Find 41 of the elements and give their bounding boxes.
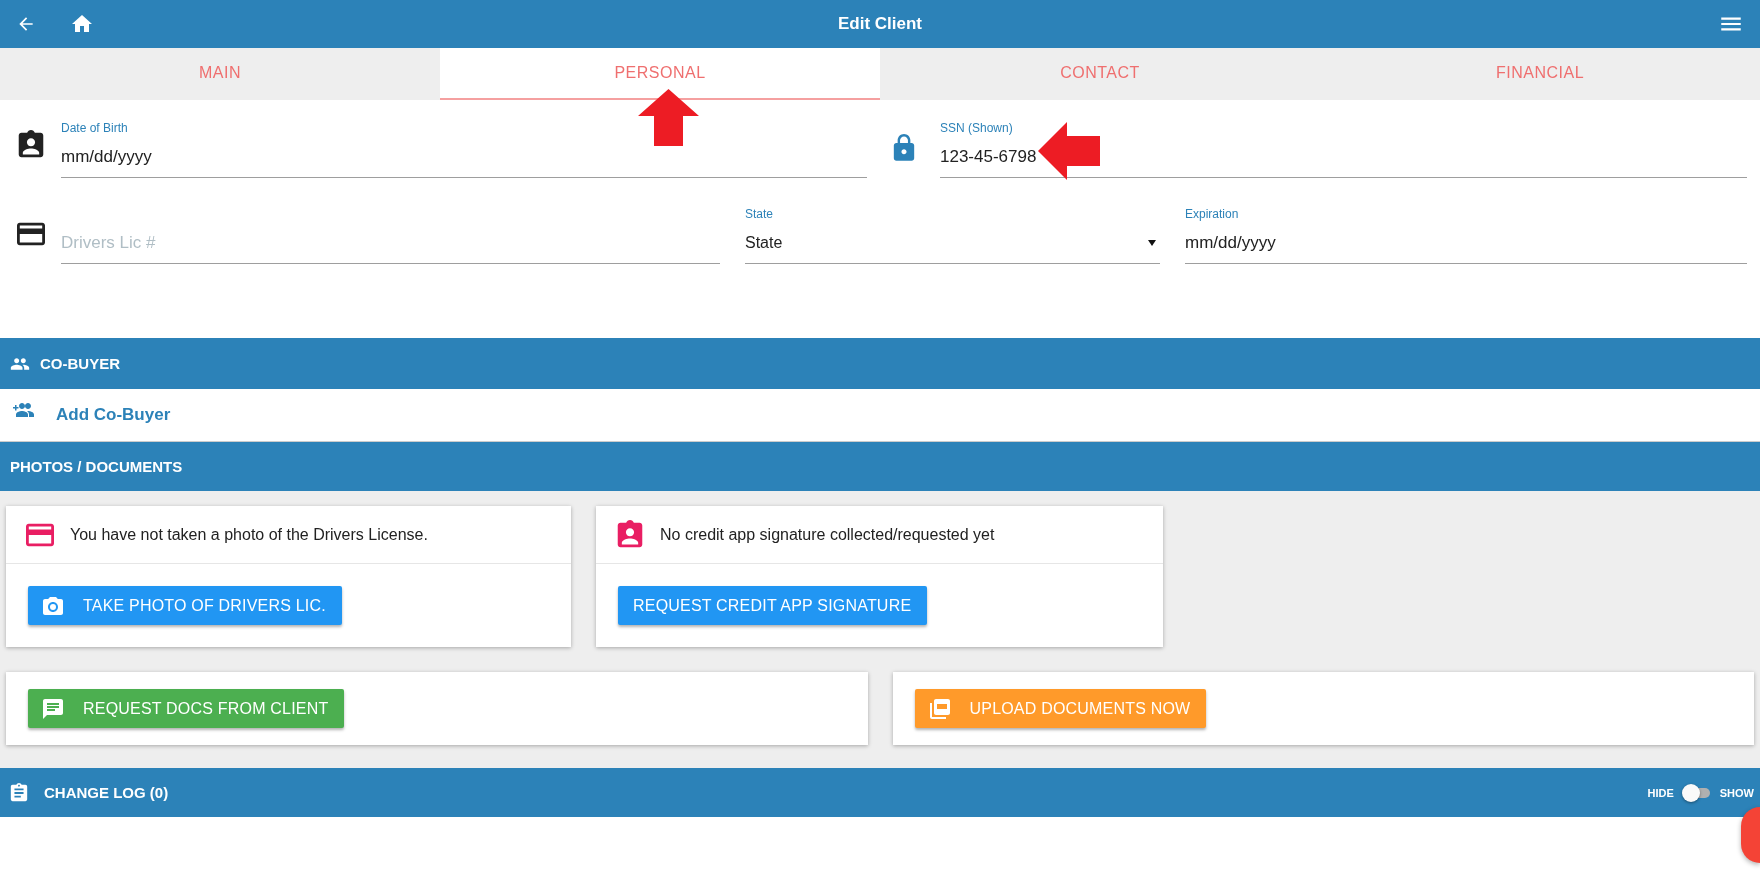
tab[interactable]: PERSONAL — [440, 48, 880, 100]
date-field[interactable]: mm/dd/yyyy — [1185, 227, 1747, 258]
field-label: SSN (Shown) — [940, 120, 1013, 136]
tab[interactable]: CONTACT — [880, 48, 1320, 100]
toggle-label: HIDE — [1647, 786, 1674, 799]
lock-icon — [891, 134, 916, 162]
toggle-switch[interactable] — [1681, 783, 1712, 802]
id-badge-icon — [616, 519, 644, 550]
toggle-label: SHOW — [1719, 786, 1754, 799]
field-label: State — [745, 206, 774, 222]
caret-icon — [1148, 239, 1156, 246]
documents-icon — [929, 698, 950, 719]
field-label: Date of Birth — [61, 120, 128, 136]
upload-documents-button[interactable]: UPLOAD DOCUMENTS NOW — [914, 689, 1207, 728]
license-number-field[interactable]: Drivers Lic # — [61, 227, 720, 258]
section-title: PHOTOS / DOCUMENTS — [10, 458, 183, 475]
clipboard-icon — [10, 782, 28, 803]
tab[interactable]: MAIN — [0, 48, 440, 100]
camera-icon — [43, 596, 63, 615]
id-badge-icon — [16, 130, 45, 160]
chat-icon — [43, 698, 63, 719]
take-photo-button[interactable]: TAKE PHOTO OF DRIVERS LIC. — [28, 586, 342, 625]
annotation-arrow — [1038, 122, 1100, 180]
request-signature-button[interactable]: REQUEST CREDIT APP SIGNATURE — [618, 586, 928, 625]
card-message: No credit app signature collected/requested yet — [660, 525, 995, 544]
card-message: You have not taken a photo of the Drivers License. — [70, 525, 428, 544]
state-dropdown[interactable]: State — [745, 222, 1160, 264]
annotation-arrow — [638, 89, 699, 146]
section-title: CO-BUYER — [40, 355, 120, 372]
ssn-field[interactable]: 123-45-6798 — [940, 141, 1747, 172]
section-title: CHANGE LOG (0) — [44, 784, 169, 801]
add-co-buyer-link[interactable]: Add Co-Buyer — [56, 405, 171, 425]
tab[interactable]: FINANCIAL — [1320, 48, 1760, 100]
credit-card-icon — [16, 222, 45, 246]
credit-card-icon — [26, 522, 54, 547]
floating-action-button[interactable] — [1741, 807, 1760, 863]
date-field[interactable]: mm/dd/yyyy — [61, 141, 867, 172]
request-docs-button[interactable]: REQUEST DOCS FROM CLIENT — [28, 689, 345, 728]
field-label: Expiration — [1185, 206, 1239, 222]
dropdown-value: State — [745, 233, 783, 252]
page-title: Edit Client — [836, 14, 924, 34]
